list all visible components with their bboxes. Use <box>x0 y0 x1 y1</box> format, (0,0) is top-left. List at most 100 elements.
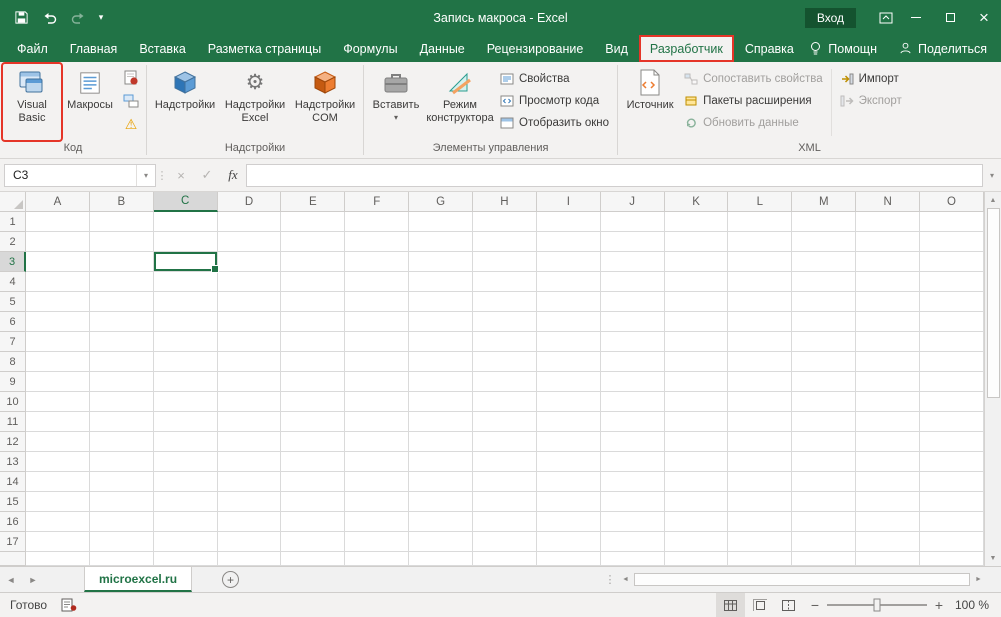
column-header-M[interactable]: M <box>792 192 856 212</box>
cell-H16[interactable] <box>473 512 537 532</box>
cell-C15[interactable] <box>154 492 218 512</box>
cell-D1[interactable] <box>218 212 282 232</box>
row-header-11[interactable]: 11 <box>0 412 26 432</box>
cell-N11[interactable] <box>856 412 920 432</box>
cell-N16[interactable] <box>856 512 920 532</box>
cell-M5[interactable] <box>792 292 856 312</box>
cell-F3[interactable] <box>345 252 409 272</box>
cell-K11[interactable] <box>665 412 729 432</box>
cell-E4[interactable] <box>281 272 345 292</box>
cell-B1[interactable] <box>90 212 154 232</box>
cell-B3[interactable] <box>90 252 154 272</box>
column-header-O[interactable]: O <box>920 192 984 212</box>
cell-G1[interactable] <box>409 212 473 232</box>
new-sheet-button[interactable]: + <box>222 571 239 588</box>
ribbon-display-options-button[interactable] <box>872 4 899 31</box>
cell-L8[interactable] <box>728 352 792 372</box>
cell-K6[interactable] <box>665 312 729 332</box>
cell-C5[interactable] <box>154 292 218 312</box>
cell-A7[interactable] <box>26 332 90 352</box>
cell-D13[interactable] <box>218 452 282 472</box>
cell-K7[interactable] <box>665 332 729 352</box>
column-header-G[interactable]: G <box>409 192 473 212</box>
cell-E14[interactable] <box>281 472 345 492</box>
macro-security-button[interactable]: ⚠ <box>121 114 141 133</box>
cell-F1[interactable] <box>345 212 409 232</box>
cell-C1[interactable] <box>154 212 218 232</box>
cancel-entry-button[interactable]: × <box>168 164 194 187</box>
cell-L2[interactable] <box>728 232 792 252</box>
cell-G5[interactable] <box>409 292 473 312</box>
cell-G17[interactable] <box>409 532 473 552</box>
cell-B2[interactable] <box>90 232 154 252</box>
cell-L5[interactable] <box>728 292 792 312</box>
cell-I1[interactable] <box>537 212 601 232</box>
cell-I4[interactable] <box>537 272 601 292</box>
cell-D9[interactable] <box>218 372 282 392</box>
cell-E7[interactable] <box>281 332 345 352</box>
cell-H4[interactable] <box>473 272 537 292</box>
cell-L7[interactable] <box>728 332 792 352</box>
cell-G15[interactable] <box>409 492 473 512</box>
tab-formulas[interactable]: Формулы <box>332 35 408 62</box>
row-header-14[interactable]: 14 <box>0 472 26 492</box>
cell-I9[interactable] <box>537 372 601 392</box>
cell-D6[interactable] <box>218 312 282 332</box>
cell-F4[interactable] <box>345 272 409 292</box>
cell-M10[interactable] <box>792 392 856 412</box>
cell-E9[interactable] <box>281 372 345 392</box>
row-header-5[interactable]: 5 <box>0 292 26 312</box>
cell-M6[interactable] <box>792 312 856 332</box>
zoom-out-button[interactable]: − <box>803 597 827 613</box>
cell-H12[interactable] <box>473 432 537 452</box>
cell-H13[interactable] <box>473 452 537 472</box>
cell-A13[interactable] <box>26 452 90 472</box>
cell-D11[interactable] <box>218 412 282 432</box>
cell-N1[interactable] <box>856 212 920 232</box>
properties-button[interactable]: Свойства <box>495 68 614 90</box>
cell-K1[interactable] <box>665 212 729 232</box>
cell-I3[interactable] <box>537 252 601 272</box>
cell-O4[interactable] <box>920 272 984 292</box>
macro-record-button[interactable] <box>61 598 77 612</box>
close-button[interactable]: × <box>967 0 1001 35</box>
cell-C7[interactable] <box>154 332 218 352</box>
cell-A14[interactable] <box>26 472 90 492</box>
cell-K17[interactable] <box>665 532 729 552</box>
cell-B4[interactable] <box>90 272 154 292</box>
column-header-E[interactable]: E <box>281 192 345 212</box>
cell-E2[interactable] <box>281 232 345 252</box>
cell-B6[interactable] <box>90 312 154 332</box>
row-header-12[interactable]: 12 <box>0 432 26 452</box>
cell-O7[interactable] <box>920 332 984 352</box>
cell-B14[interactable] <box>90 472 154 492</box>
cell-O2[interactable] <box>920 232 984 252</box>
cell-A17[interactable] <box>26 532 90 552</box>
cell-F9[interactable] <box>345 372 409 392</box>
cell-C10[interactable] <box>154 392 218 412</box>
cell-O10[interactable] <box>920 392 984 412</box>
cell-K16[interactable] <box>665 512 729 532</box>
cell-M1[interactable] <box>792 212 856 232</box>
cell-N5[interactable] <box>856 292 920 312</box>
cell-N14[interactable] <box>856 472 920 492</box>
cell-C13[interactable] <box>154 452 218 472</box>
column-header-H[interactable]: H <box>473 192 537 212</box>
cell-O6[interactable] <box>920 312 984 332</box>
cell-K12[interactable] <box>665 432 729 452</box>
cell-N9[interactable] <box>856 372 920 392</box>
cell-M11[interactable] <box>792 412 856 432</box>
cell-I2[interactable] <box>537 232 601 252</box>
cell-E1[interactable] <box>281 212 345 232</box>
cell-B9[interactable] <box>90 372 154 392</box>
cell-H1[interactable] <box>473 212 537 232</box>
cell-F13[interactable] <box>345 452 409 472</box>
row-header-7[interactable]: 7 <box>0 332 26 352</box>
cell-K2[interactable] <box>665 232 729 252</box>
cell-G16[interactable] <box>409 512 473 532</box>
cell-O9[interactable] <box>920 372 984 392</box>
cell-F10[interactable] <box>345 392 409 412</box>
cell-F6[interactable] <box>345 312 409 332</box>
cell-B16[interactable] <box>90 512 154 532</box>
maximize-button[interactable] <box>933 0 967 35</box>
